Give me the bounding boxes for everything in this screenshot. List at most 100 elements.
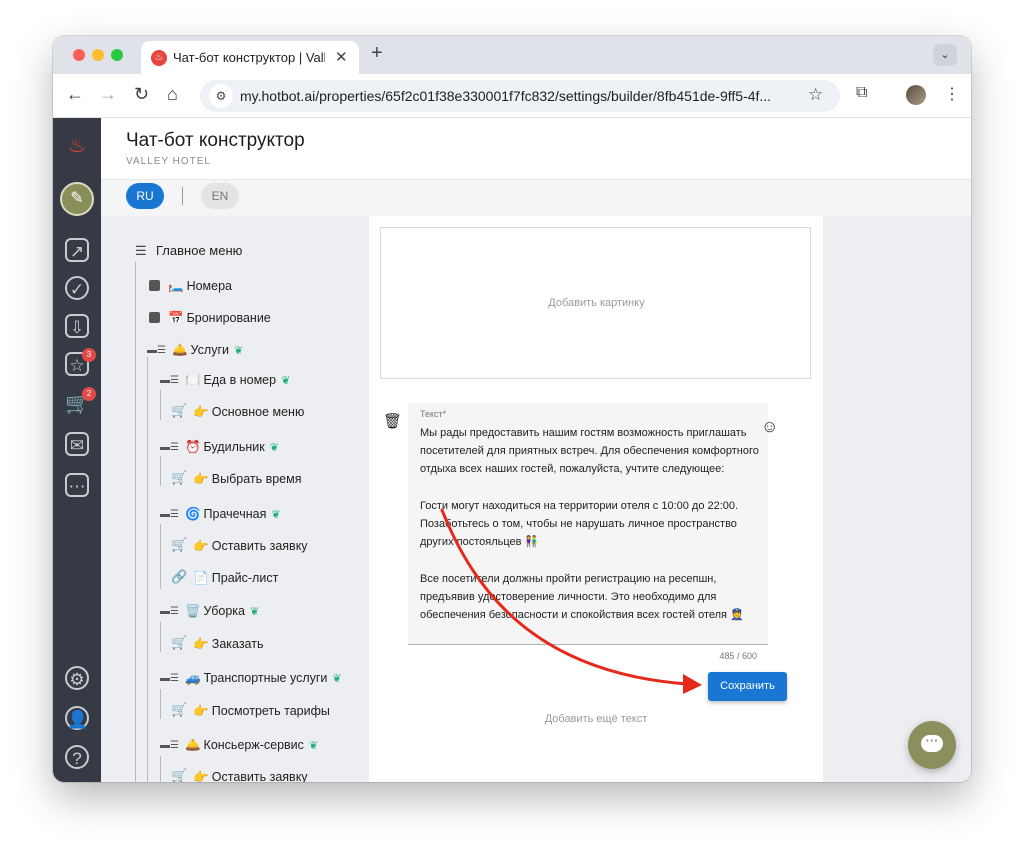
message-text-field[interactable]: Текст* Мы рады предоставить нашим гостям…: [408, 403, 768, 645]
left-rail: ♨ ✎ ↗ ✓ ⇩ ☆ 3 🛒 2 ✉ ⋯ ⚙ 👤 ?: [53, 118, 101, 782]
analytics-chart-icon[interactable]: ↗: [65, 238, 89, 262]
account-user-icon[interactable]: 👤: [65, 706, 89, 730]
orders-badge: 2: [82, 387, 96, 401]
submenu-icon: ▬☰: [160, 375, 179, 386]
tree-item[interactable]: 🛒 👉 Основное меню: [171, 403, 304, 420]
submenu-icon: ▬☰: [160, 606, 179, 617]
page-title: Чат-бот конструктор: [126, 130, 305, 151]
leaf-icon[interactable]: ❦: [332, 673, 341, 685]
tree-line: [160, 756, 161, 782]
url-text[interactable]: my.hotbot.ai/properties/65f2c01f38e33000…: [240, 88, 800, 104]
zoom-window-button[interactable]: [111, 49, 123, 61]
cart-icon: 🛒: [171, 470, 188, 485]
char-counter: 485 / 600: [719, 651, 757, 661]
site-settings-icon[interactable]: ⚙: [209, 84, 233, 108]
cart-icon: 🛒: [171, 635, 188, 650]
tree-root[interactable]: ☰ Главное меню: [135, 243, 242, 259]
save-button[interactable]: Сохранить: [708, 672, 787, 701]
tree-line: [160, 622, 161, 652]
profile-avatar[interactable]: [906, 85, 926, 105]
home-icon[interactable]: ⌂: [167, 84, 178, 105]
settings-gear-icon[interactable]: ⚙: [65, 666, 89, 690]
property-name: VALLEY HOTEL: [126, 156, 211, 167]
tree-item[interactable]: ▬☰ 🛎️ Услуги ❦: [147, 343, 243, 358]
inbox-download-icon[interactable]: ⇩: [65, 314, 89, 338]
tree-item[interactable]: 🔗 📄 Прайс-лист: [171, 569, 278, 586]
close-window-button[interactable]: [73, 49, 85, 61]
add-image-label: Добавить картинку: [548, 297, 645, 309]
tree-item[interactable]: ▬☰ ⏰ Будильник ❦: [160, 440, 279, 455]
hotbot-logo-icon[interactable]: ♨: [68, 133, 86, 158]
tree-line: [160, 456, 161, 486]
browser-menu-icon[interactable]: ⋮: [944, 84, 960, 104]
node-editor-panel: Добавить картинку 🗑 Текст* Мы рады предо…: [369, 216, 823, 782]
lang-ru-button[interactable]: RU: [126, 183, 164, 209]
tree-item[interactable]: 🛒 👉 Посмотреть тарифы: [171, 702, 330, 719]
address-bar[interactable]: ⚙ my.hotbot.ai/properties/65f2c01f38e330…: [200, 80, 840, 112]
leaf-icon[interactable]: ❦: [250, 606, 259, 618]
browser-toolbar: ← → ↻ ⌂ ⚙ my.hotbot.ai/properties/65f2c0…: [53, 74, 971, 118]
tree-item[interactable]: 🛒 👉 Оставить заявку: [171, 537, 308, 554]
tree-item[interactable]: 🛒 👉 Заказать: [171, 635, 263, 652]
reviews-badge: 3: [82, 348, 96, 362]
cart-icon: 🛒: [171, 702, 188, 717]
tree-item[interactable]: 🛒 👉 Оставить заявку: [171, 768, 308, 782]
message-text-value[interactable]: Мы рады предоставить нашим гостям возмож…: [420, 424, 760, 624]
submenu-icon: ▬☰: [160, 442, 179, 453]
forward-arrow-icon[interactable]: →: [99, 84, 117, 105]
language-switcher: RU EN: [101, 180, 971, 216]
leaf-icon[interactable]: ❦: [271, 509, 280, 521]
help-question-icon[interactable]: ?: [65, 745, 89, 769]
back-arrow-icon[interactable]: ←: [66, 84, 84, 105]
chat-dots-icon: ···: [925, 733, 939, 748]
tree-item[interactable]: 🛏️ Номера: [149, 279, 232, 294]
submenu-icon: ▬☰: [147, 345, 166, 356]
stats-icon: [149, 280, 160, 291]
text-field-label: Текст*: [420, 409, 447, 419]
lang-en-button[interactable]: EN: [201, 183, 239, 209]
tree-item[interactable]: 📅 Бронирование: [149, 311, 271, 326]
chat-bubble-icon[interactable]: ⋯: [65, 473, 89, 497]
new-tab-icon[interactable]: +: [371, 42, 383, 65]
tree-line: [160, 390, 161, 420]
tree-item[interactable]: ▬☰ 🍽️ Еда в номер ❦: [160, 373, 290, 388]
tree-root-label: Главное меню: [156, 243, 243, 258]
tree-item[interactable]: ▬☰ 🌀 Прачечная ❦: [160, 507, 281, 522]
mail-envelope-icon[interactable]: ✉: [65, 432, 89, 456]
page-header: Чат-бот конструктор VALLEY HOTEL: [101, 118, 971, 180]
reload-icon[interactable]: ↻: [134, 84, 149, 105]
leaf-icon[interactable]: ❦: [281, 375, 290, 387]
tree-line: [147, 357, 148, 782]
extensions-puzzle-icon[interactable]: ⧉: [856, 84, 867, 102]
lang-divider: [182, 187, 183, 205]
bookmark-star-icon[interactable]: ☆: [808, 85, 823, 105]
minimize-window-button[interactable]: [92, 49, 104, 61]
submenu-icon: ▬☰: [160, 673, 179, 684]
hotbot-favicon-icon: ♨: [151, 50, 167, 66]
property-avatar[interactable]: ✎: [60, 182, 94, 216]
add-more-text-link[interactable]: Добавить ещё текст: [369, 713, 823, 725]
link-icon: 🔗: [171, 569, 188, 584]
leaf-icon[interactable]: ❦: [234, 345, 243, 357]
leaf-icon[interactable]: ❦: [270, 442, 279, 454]
stats-icon: [149, 312, 160, 323]
builder-content: ☰ Главное меню 🛏️ Номера 📅 Бронирование ▬☰ 🛎…: [101, 216, 971, 782]
tree-item[interactable]: ▬☰ 🗑️ Уборка ❦: [160, 604, 259, 619]
chat-widget-button[interactable]: ···: [908, 721, 956, 769]
close-tab-icon[interactable]: ✕: [335, 48, 348, 66]
browser-tab[interactable]: ♨ Чат-бот конструктор | Valley Hotel ✕: [141, 41, 359, 74]
tree-line: [160, 689, 161, 719]
emoji-picker-icon[interactable]: ☺: [761, 417, 778, 437]
browser-window: ♨ Чат-бот конструктор | Valley Hotel ✕ +…: [53, 36, 971, 782]
submenu-icon: ▬☰: [160, 509, 179, 520]
delete-trash-icon[interactable]: 🗑: [383, 412, 402, 430]
tree-item[interactable]: 🛒 👉 Выбрать время: [171, 470, 302, 487]
tasks-check-icon[interactable]: ✓: [65, 276, 89, 300]
app: ♨ ✎ ↗ ✓ ⇩ ☆ 3 🛒 2 ✉ ⋯ ⚙ 👤 ? Чат-бот конс…: [53, 118, 971, 782]
tree-item[interactable]: ▬☰ 🛎️ Консьерж-сервис ❦: [160, 738, 318, 753]
tab-search-chevron-icon[interactable]: ⌄: [933, 44, 957, 66]
add-image-dropzone[interactable]: Добавить картинку: [380, 227, 811, 379]
leaf-icon[interactable]: ❦: [309, 740, 318, 752]
tree-item[interactable]: ▬☰ 🚙 Транспортные услуги ❦: [160, 671, 342, 686]
submenu-icon: ▬☰: [160, 740, 179, 751]
